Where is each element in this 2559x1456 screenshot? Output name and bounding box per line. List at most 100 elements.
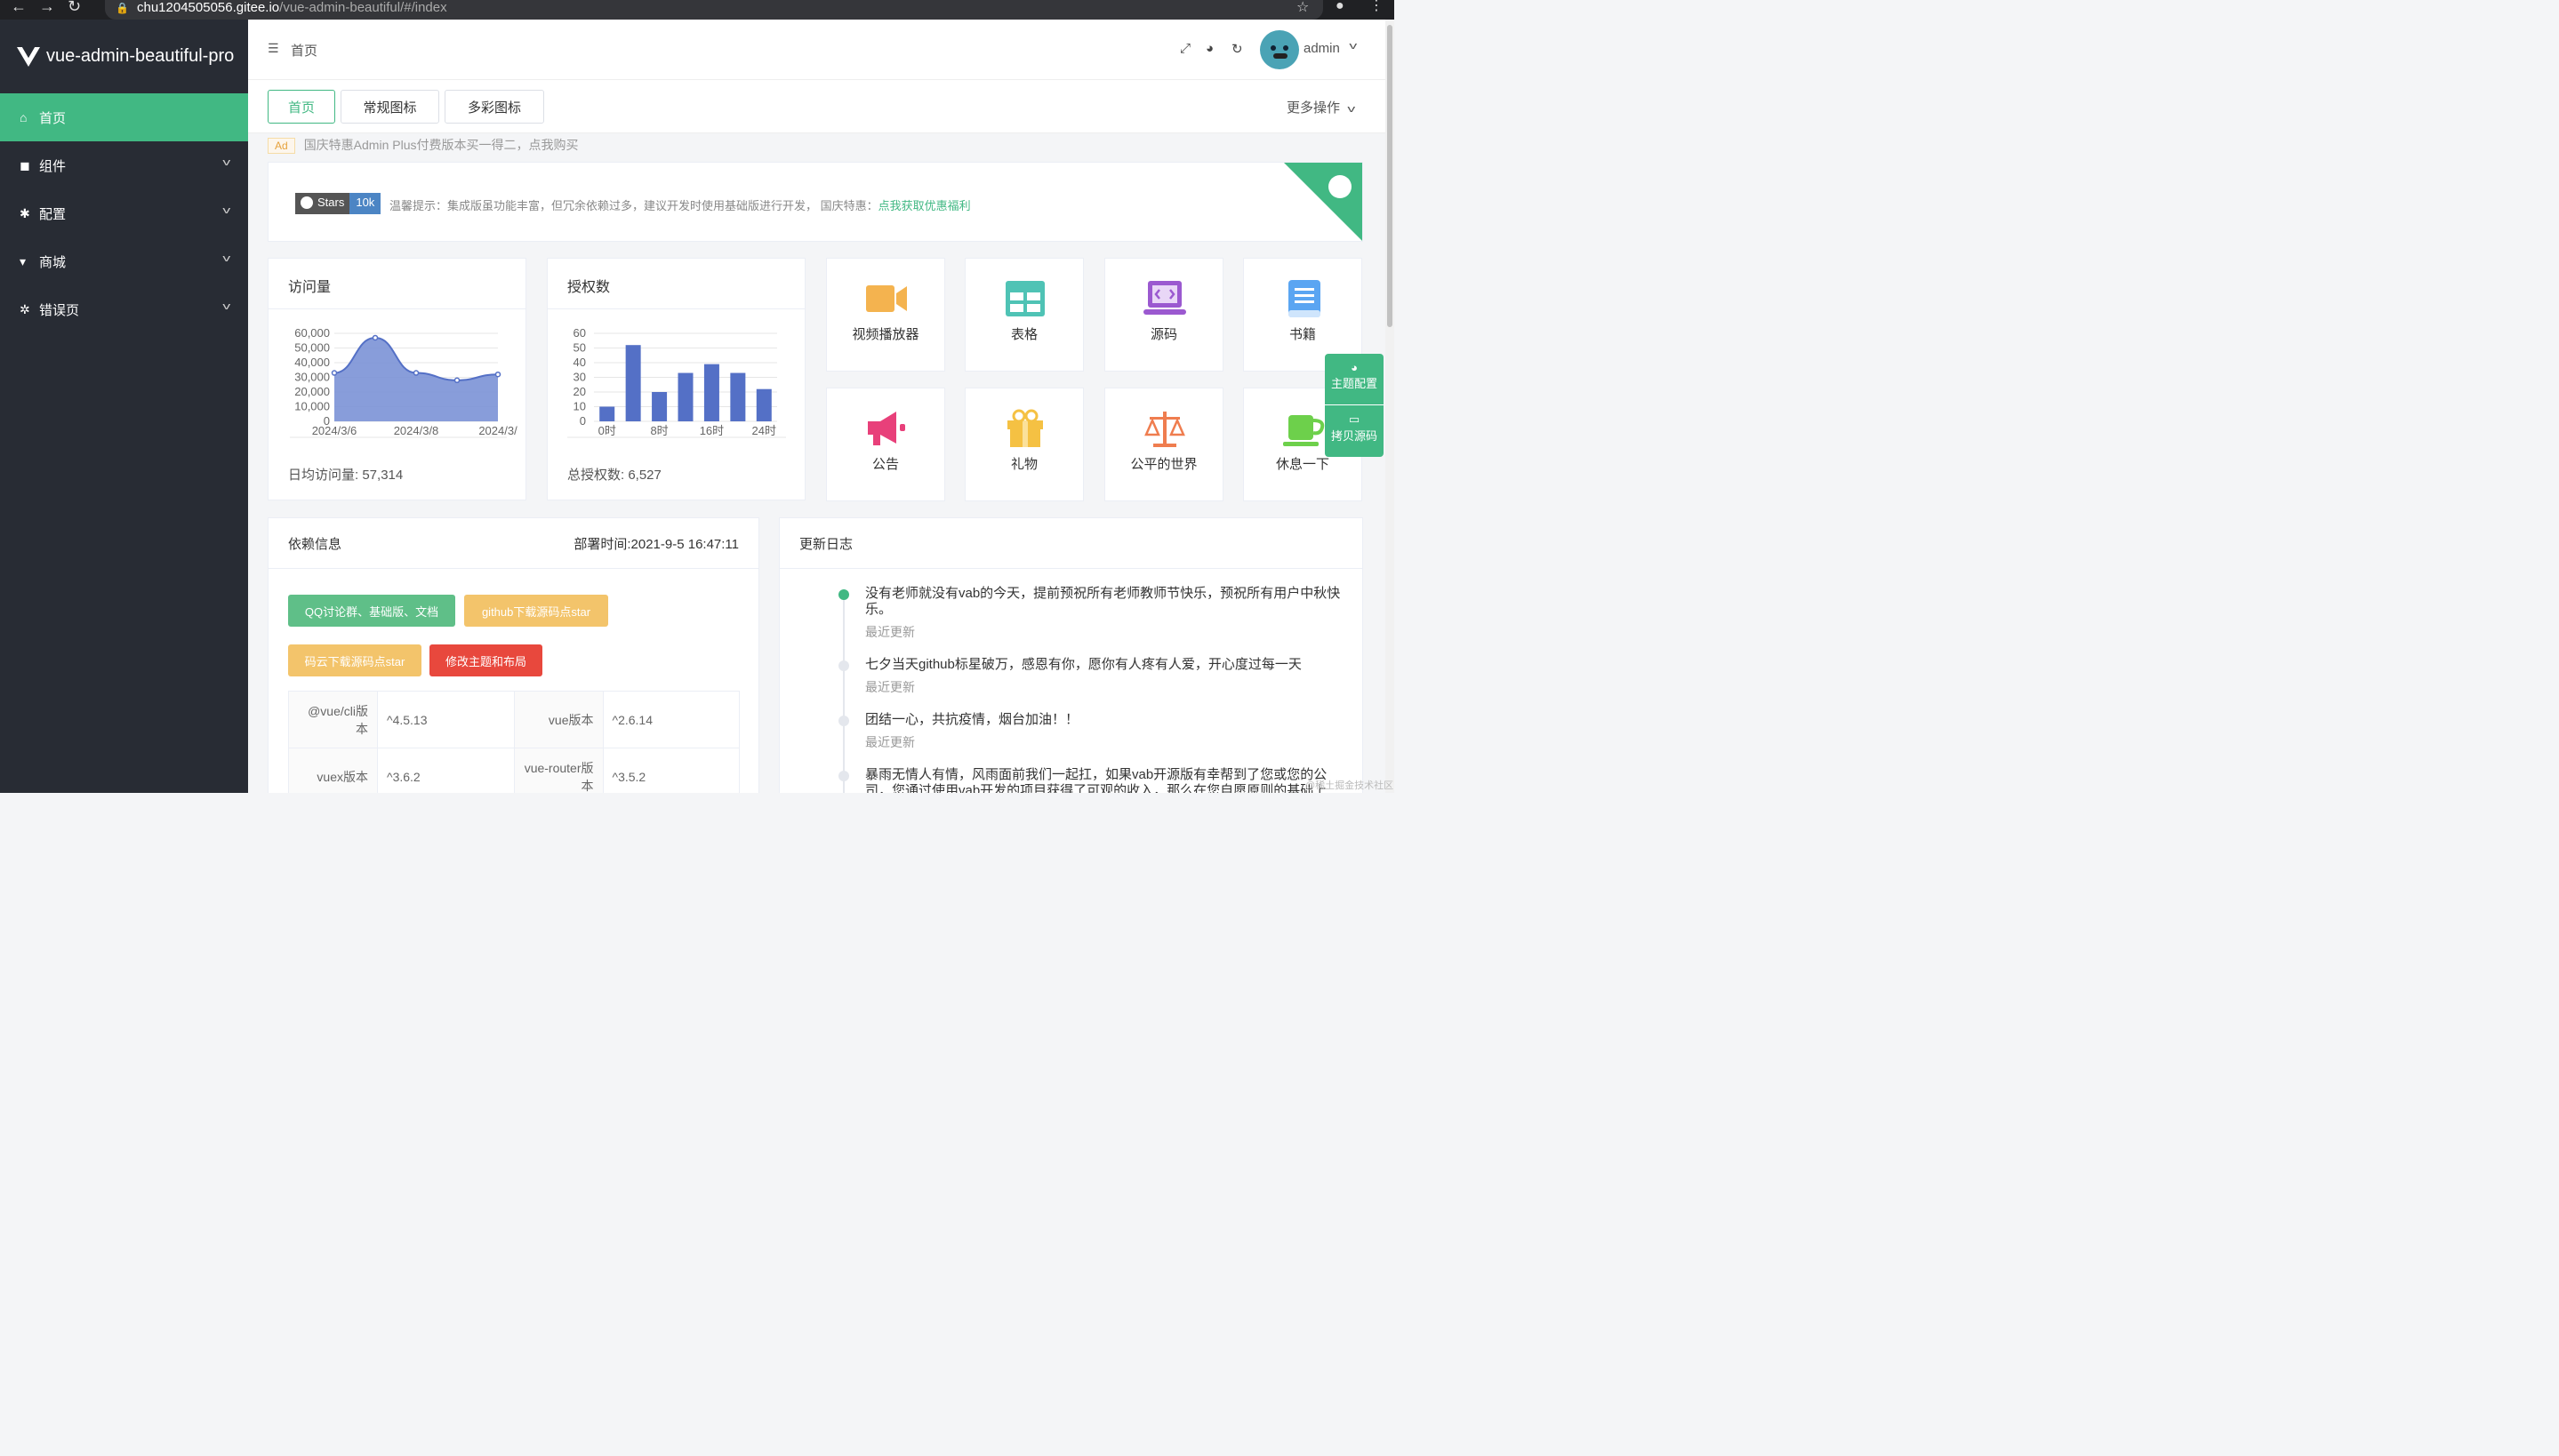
timeline-dot	[838, 771, 849, 781]
github-stars-badge[interactable]: Stars 10k	[295, 193, 381, 214]
table-cell: vue版本	[513, 691, 604, 748]
tab-regular-icons[interactable]: 常规图标	[341, 90, 439, 124]
chevron-down-icon: v	[221, 157, 230, 168]
scrollbar-thumb[interactable]	[1387, 25, 1392, 327]
sidebar-item-home[interactable]: ⌂ 首页	[0, 93, 248, 141]
username[interactable]: admin	[1304, 41, 1340, 56]
quick-card-fair-world[interactable]: 公平的世界	[1104, 388, 1223, 501]
more-actions-dropdown[interactable]: 更多操作 v	[1287, 98, 1356, 116]
gitee-download-button[interactable]: 码云下载源码点star	[288, 644, 421, 676]
copy-source-button[interactable]: ▭ 拷贝源码	[1325, 412, 1384, 444]
fullscreen-icon[interactable]: ⤢	[1180, 41, 1191, 56]
cart-icon: ▾	[20, 253, 27, 268]
auth-chart: 605040 3020 100 0时 8时 16时 24时	[567, 326, 786, 438]
y-tick-label: 30	[574, 371, 586, 384]
bar	[678, 372, 694, 421]
menu-fold-icon[interactable]: ☰	[268, 41, 279, 56]
chevron-down-icon[interactable]: v	[1349, 41, 1357, 52]
timeline-item-time: 最近更新	[865, 625, 915, 639]
main-content: ☰ 首页 ⤢ ◕ ↻ admin v 首页 常规图标 多彩图标 更多操作 v Ad…	[248, 20, 1385, 793]
github-corner[interactable]	[1284, 163, 1362, 241]
laptop-code-icon	[1143, 281, 1186, 315]
browser-menu-icon[interactable]: ⋮	[1369, 0, 1384, 14]
timeline-item-time: 最近更新	[865, 680, 915, 694]
changelog-card: 更新日志 没有老师就没有vab的今天，提前预祝所有老师教师节快乐，预祝所有用户中…	[779, 517, 1363, 793]
avatar[interactable]	[1260, 30, 1299, 69]
discount-link[interactable]: 点我获取优惠福利	[878, 199, 971, 212]
table-cell: vuex版本	[288, 748, 378, 793]
timeline-dot	[838, 716, 849, 726]
sidebar-item-error[interactable]: ✲ 错误页 v	[0, 285, 248, 333]
chevron-down-icon: v	[1347, 104, 1356, 115]
breadcrumb[interactable]: 首页	[291, 41, 317, 60]
table-cell: vue-router版本	[513, 748, 604, 793]
timeline-item-text: 暴雨无情人有情，风雨面前我们一起扛，如果vab开源版有幸帮到了您或您的公司，您通…	[865, 767, 1328, 793]
timeline-item-time: 最近更新	[865, 735, 915, 749]
x-tick-label: 8时	[650, 424, 668, 437]
timeline-item-text: 没有老师就没有vab的今天，提前预祝所有老师教师节快乐，预祝所有用户中秋快乐。	[865, 586, 1341, 617]
browser-nav[interactable]: ←→↻	[11, 0, 93, 16]
quick-card-label: 书籍	[1288, 327, 1316, 342]
ad-tag: Ad	[268, 138, 295, 154]
bookmark-star-icon[interactable]: ☆	[1296, 0, 1309, 16]
book-icon	[1288, 280, 1320, 317]
table-cell: ^3.6.2	[377, 748, 515, 793]
chevron-down-icon: v	[221, 253, 230, 264]
data-point	[453, 377, 461, 384]
table-row: vuex版本 ^3.6.2 vue-router版本 ^3.5.2	[288, 748, 740, 793]
page-scrollbar[interactable]	[1385, 20, 1394, 793]
data-point	[372, 334, 379, 341]
quick-card-label: 表格	[1010, 327, 1038, 342]
timeline-dot	[838, 589, 849, 600]
data-point	[413, 370, 420, 376]
qq-group-button[interactable]: QQ讨论群、基础版、文档	[288, 595, 455, 627]
tab-color-icons[interactable]: 多彩图标	[445, 90, 544, 124]
quick-card-label: 公平的世界	[1130, 457, 1198, 472]
data-point	[494, 371, 501, 378]
quick-card-gift[interactable]: 礼物	[965, 388, 1084, 501]
refresh-icon[interactable]: ↻	[1231, 41, 1243, 57]
profile-icon[interactable]: ●	[1336, 0, 1344, 14]
quick-card-video[interactable]: 视频播放器	[826, 258, 945, 372]
quick-card-table[interactable]: 表格	[965, 258, 1084, 372]
palette-icon[interactable]: ◕	[1206, 41, 1214, 56]
bar	[756, 388, 772, 421]
gift-box-icon: ◼	[20, 157, 30, 172]
sidebar-item-label: 商城	[39, 254, 67, 270]
quick-card-label: 礼物	[1010, 457, 1038, 472]
sidebar-item-mall[interactable]: ▾ 商城 v	[0, 237, 248, 285]
visits-title: 访问量	[288, 280, 332, 295]
table-cell: ^4.5.13	[377, 691, 515, 748]
sidebar-item-config[interactable]: ✱ 配置 v	[0, 189, 248, 237]
ad-text: 国庆特惠Admin Plus付费版本买一得二，点我购买	[303, 138, 579, 152]
url-text: chu1204505056.gitee.io/vue-admin-beautif…	[137, 0, 447, 15]
visits-footer: 日均访问量: 57,314	[288, 468, 404, 483]
sidebar-item-components[interactable]: ◼ 组件 v	[0, 141, 248, 189]
bug-icon: ✲	[20, 301, 30, 316]
vab-logo-icon	[17, 46, 40, 67]
y-tick-label: 0	[580, 414, 586, 428]
users-gear-icon: ✱	[20, 205, 30, 220]
floating-actions: ◕ 主题配置 ▭ 拷贝源码	[1325, 354, 1384, 457]
quick-card-source[interactable]: 源码	[1104, 258, 1223, 372]
table-row: @vue/cli版本 ^4.5.13 vue版本 ^2.6.14	[288, 691, 740, 748]
github-icon	[301, 196, 313, 209]
gift-icon	[1007, 409, 1043, 447]
ad-banner[interactable]: Ad 国庆特惠Admin Plus付费版本买一得二，点我购买	[268, 136, 579, 154]
watermark: @稀土掘金技术社区	[1305, 780, 1394, 791]
y-tick-label: 20,000	[294, 385, 330, 398]
github-download-button[interactable]: github下载源码点star	[464, 595, 608, 627]
theme-config-button[interactable]: ◕ 主题配置	[1325, 361, 1384, 391]
tab-home[interactable]: 首页	[268, 90, 335, 124]
timeline-line	[843, 598, 845, 793]
tabs-bar: 首页 常规图标 多彩图标 更多操作 v	[248, 80, 1385, 133]
change-theme-button[interactable]: 修改主题和布局	[429, 644, 542, 676]
bar	[703, 364, 719, 421]
quick-card-notice[interactable]: 公告	[826, 388, 945, 501]
browser-toolbar: ←→↻ 🔒 chu1204505056.gitee.io/vue-admin-b…	[0, 0, 1394, 20]
logo[interactable]: vue-admin-beautiful-pro	[0, 20, 248, 93]
y-tick-label: 10,000	[294, 400, 330, 413]
y-tick-label: 40	[574, 356, 586, 369]
address-bar[interactable]: 🔒 chu1204505056.gitee.io/vue-admin-beaut…	[105, 0, 1323, 20]
y-tick-label: 50,000	[294, 341, 330, 355]
